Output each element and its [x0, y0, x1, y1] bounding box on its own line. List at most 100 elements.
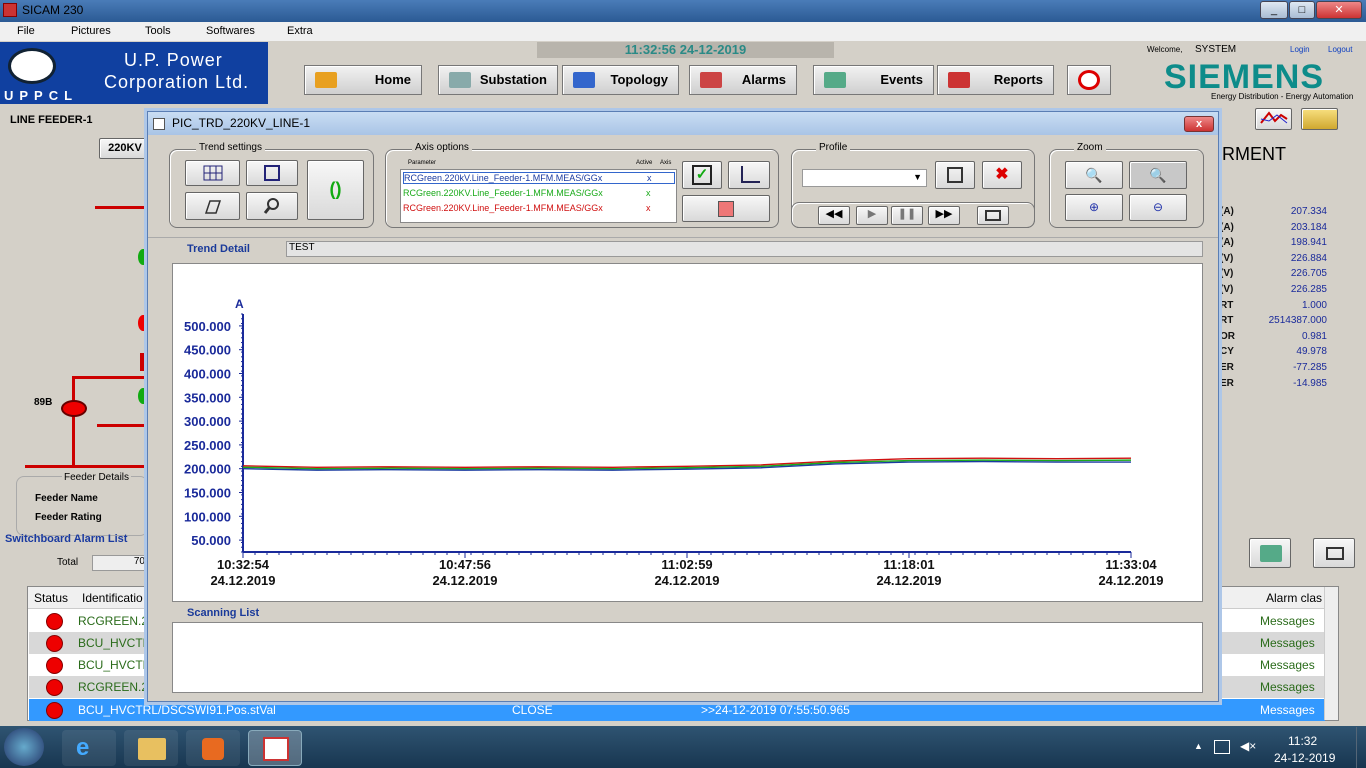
taskbar-ie[interactable]: e	[62, 730, 116, 766]
meas-value: 49.978	[1296, 346, 1327, 358]
logout-link[interactable]: Logout	[1328, 45, 1352, 54]
col-identification[interactable]: Identificatio	[82, 591, 143, 605]
show-hidden-icon[interactable]: ▲	[1194, 741, 1203, 751]
substation-button[interactable]: Substation	[438, 65, 558, 95]
trend-chart[interactable]: A 500.000 450.000 400.000 350.000 300.000 250.…	[172, 263, 1203, 602]
close-button[interactable]: ✕	[1316, 1, 1362, 19]
y-tick-label: 300.000	[184, 414, 231, 429]
feeder-rating-label: Feeder Rating	[35, 512, 102, 523]
stop-button[interactable]	[1067, 65, 1111, 95]
edit-button[interactable]	[185, 192, 240, 220]
row-class: Messages	[1260, 658, 1315, 672]
save-profile-button[interactable]	[935, 161, 975, 189]
events-book-button[interactable]	[1249, 538, 1291, 568]
row-class: Messages	[1260, 636, 1315, 650]
dialog-icon	[153, 118, 165, 130]
alarm-scrollbar[interactable]	[1324, 587, 1338, 720]
bay-button[interactable]: 220KV	[99, 138, 151, 159]
menu-softwares[interactable]: Softwares	[206, 25, 255, 37]
ie-icon: e	[76, 734, 90, 761]
maximize-button[interactable]: □	[1289, 1, 1315, 19]
zoom-in-icon: ⊕	[1088, 200, 1100, 214]
axis-row[interactable]: RCGreen.220kV.Line_Feeder-1.MFM.MEAS/GGx…	[403, 172, 675, 184]
col-status[interactable]: Status	[34, 591, 68, 605]
axis-parameter-list[interactable]: RCGreen.220kV.Line_Feeder-1.MFM.MEAS/GGx…	[400, 169, 677, 223]
meas-value: 203.184	[1290, 221, 1327, 233]
pause-button[interactable]: ❚❚	[891, 206, 923, 225]
volume-icon[interactable]: ◀×	[1240, 739, 1256, 753]
apply-button[interactable]: ✓	[682, 161, 722, 189]
busbar	[25, 465, 147, 468]
print-trend-button[interactable]	[977, 206, 1009, 225]
axis-row[interactable]: RCGreen.220KV.Line_Feeder-1.MFM.MEAS/GGx…	[403, 203, 651, 213]
minimize-button[interactable]: _	[1260, 1, 1288, 19]
table-row-selected[interactable]: BCU_HVCTRL/DSCSWI91.Pos.stVal CLOSE >>24…	[29, 699, 1325, 721]
y-tick-label: 400.000	[184, 367, 231, 382]
trend-button[interactable]	[1255, 108, 1292, 130]
y-tick-label: 150.000	[184, 486, 231, 501]
taskbar-explorer[interactable]	[124, 730, 178, 766]
frame-button[interactable]	[246, 160, 298, 186]
axis-row[interactable]: RCGreen.220KV.Line_Feeder-1.MFM.MEAS/GGx…	[403, 188, 651, 198]
alarms-button[interactable]: Alarms	[689, 65, 797, 95]
home-button[interactable]: Home	[304, 65, 422, 95]
play-button[interactable]: ▶	[856, 206, 888, 225]
dialog-close-button[interactable]: x	[1184, 116, 1214, 132]
reports-button[interactable]: Reports	[937, 65, 1054, 95]
row-class: Messages	[1260, 703, 1315, 717]
feeder-line	[72, 376, 75, 466]
feeder-details-title: Feeder Details	[62, 472, 132, 483]
profile-select[interactable]: ▼	[802, 169, 927, 187]
status-alarm-icon	[46, 702, 63, 719]
no-entry-icon	[1078, 70, 1100, 90]
zoom-in-button[interactable]: ⊕	[1065, 194, 1123, 221]
axis-button[interactable]	[728, 161, 770, 189]
color-button[interactable]	[682, 195, 770, 222]
fast-forward-button[interactable]: ▶▶	[928, 206, 960, 225]
status-alarm-icon	[46, 657, 63, 674]
brand-line2: Corporation Ltd.	[104, 72, 250, 92]
chevron-down-icon: ▼	[913, 172, 922, 182]
alarms-icon	[700, 72, 722, 88]
show-desktop-button[interactable]	[1356, 727, 1366, 768]
print-button[interactable]	[1313, 538, 1355, 568]
menu-extra[interactable]: Extra	[287, 25, 313, 37]
x-tick-time: 11:02:59	[661, 557, 712, 572]
refresh-button[interactable]: ()	[307, 160, 364, 220]
menu-file[interactable]: File	[17, 25, 35, 37]
total-value: 70	[92, 555, 148, 571]
zoom-reset-button[interactable]: 🔍	[1129, 161, 1187, 189]
trend-detail-field[interactable]: TEST	[286, 241, 1203, 257]
delete-profile-button[interactable]: ✖	[982, 161, 1022, 189]
taskbar-media[interactable]	[186, 730, 240, 766]
events-button[interactable]: Events	[813, 65, 934, 95]
axis-row-active: x	[647, 173, 652, 183]
meas-value: 226.884	[1290, 252, 1327, 264]
zoom-area-button[interactable]: 🔍	[1065, 161, 1123, 189]
start-button[interactable]	[4, 728, 44, 766]
col-alarm-class[interactable]: Alarm clas	[1266, 591, 1322, 605]
export-button[interactable]	[1301, 108, 1338, 130]
pause-icon: ❚❚	[897, 208, 917, 220]
events-label: Events	[880, 72, 923, 87]
measurement-title: RMENT	[1222, 144, 1286, 164]
search-button[interactable]	[246, 192, 298, 220]
pencil-icon	[204, 200, 221, 214]
network-icon[interactable]	[1214, 740, 1230, 754]
menu-pictures[interactable]: Pictures	[71, 25, 111, 37]
axis-row-active: x	[646, 203, 651, 213]
meas-value: 226.285	[1290, 284, 1327, 295]
scanning-list[interactable]	[172, 622, 1203, 693]
zoom-out-button[interactable]: ⊖	[1129, 194, 1187, 221]
grid-button[interactable]	[185, 160, 240, 186]
taskbar-sicam[interactable]	[248, 730, 302, 766]
breaker-89b-icon[interactable]	[61, 400, 87, 417]
app-icon	[3, 3, 17, 17]
topology-button[interactable]: Topology	[562, 65, 679, 95]
frame-icon	[264, 165, 280, 181]
meas-unit-label: (V)	[1220, 284, 1234, 295]
menu-tools[interactable]: Tools	[145, 25, 171, 37]
meas-unit-label: RT	[1220, 299, 1234, 311]
login-link[interactable]: Login	[1290, 45, 1310, 54]
rewind-button[interactable]: ◀◀	[818, 206, 850, 225]
